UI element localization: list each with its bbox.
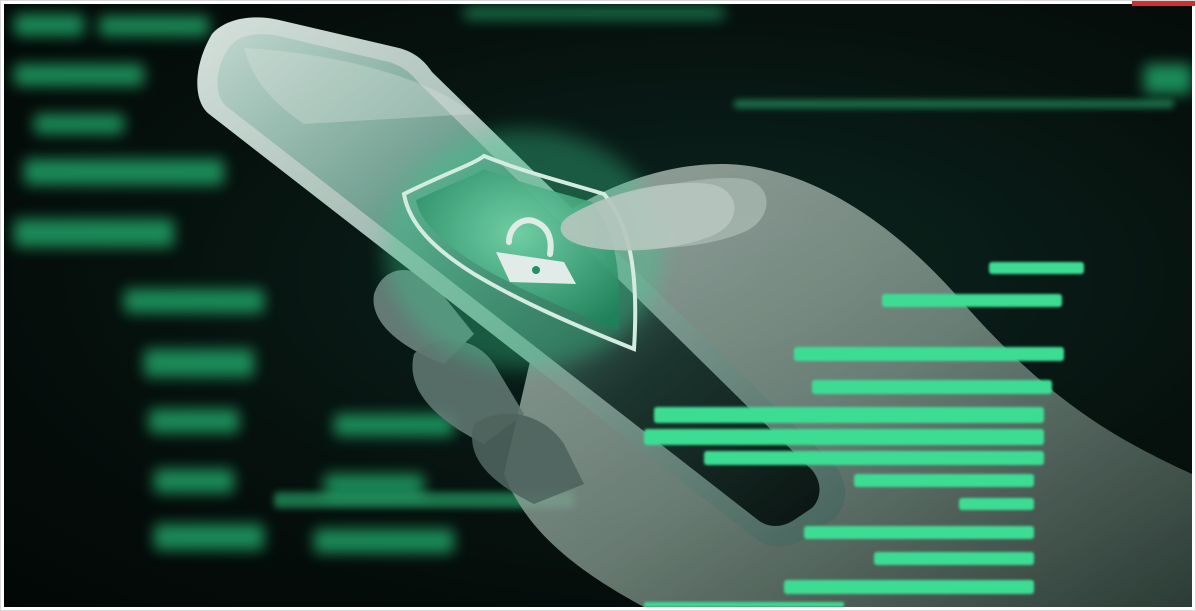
photo-illustration xyxy=(4,4,1192,607)
photo-scene xyxy=(4,4,1192,607)
corner-accent xyxy=(1132,0,1196,6)
